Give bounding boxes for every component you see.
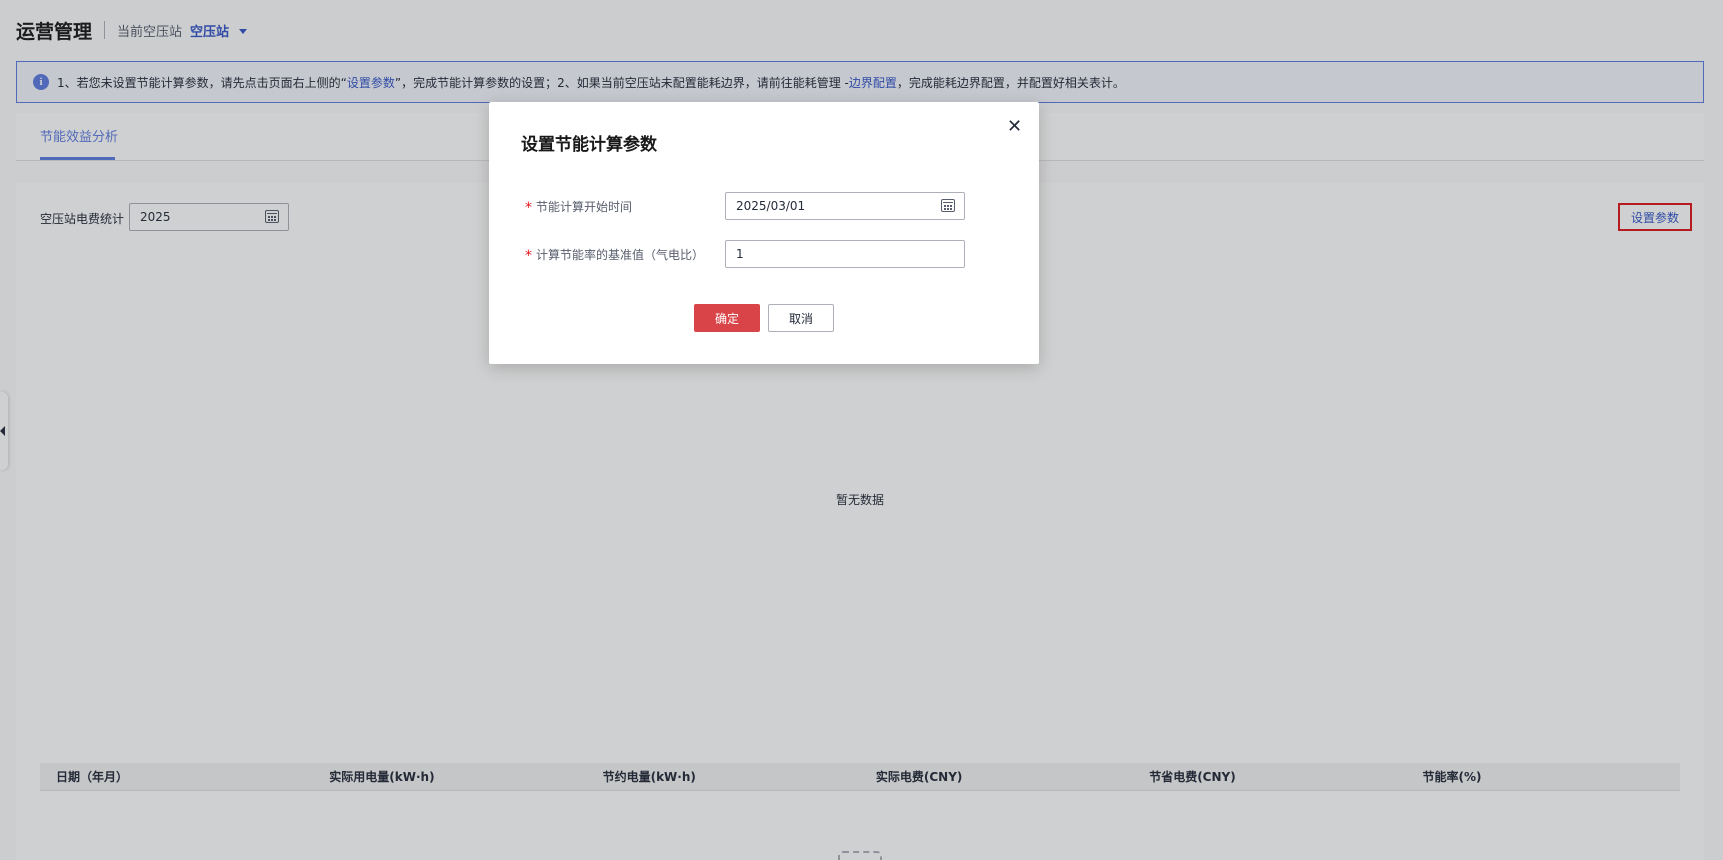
start-time-date-input[interactable]: 2025/03/01 — [725, 192, 965, 220]
baseline-label: 计算节能率的基准值（气电比） — [536, 247, 705, 262]
required-marker: * — [525, 199, 532, 216]
calendar-icon[interactable] — [941, 199, 955, 212]
dialog-title: 设置节能计算参数 — [521, 135, 657, 155]
set-params-dialog: 设置节能计算参数 ✕ * 节能计算开始时间 2025/03/01 * 计算节能率… — [489, 102, 1039, 364]
cancel-button[interactable]: 取消 — [768, 304, 834, 332]
form-row-start-time: * 节能计算开始时间 — [525, 192, 632, 220]
baseline-input[interactable]: 1 — [725, 240, 965, 268]
start-time-value: 2025/03/01 — [736, 199, 806, 213]
required-marker: * — [525, 247, 532, 264]
form-row-baseline: * 计算节能率的基准值（气电比） — [525, 240, 704, 268]
start-time-label: 节能计算开始时间 — [536, 199, 633, 214]
confirm-button[interactable]: 确定 — [694, 304, 760, 332]
close-icon[interactable]: ✕ — [1007, 118, 1022, 136]
